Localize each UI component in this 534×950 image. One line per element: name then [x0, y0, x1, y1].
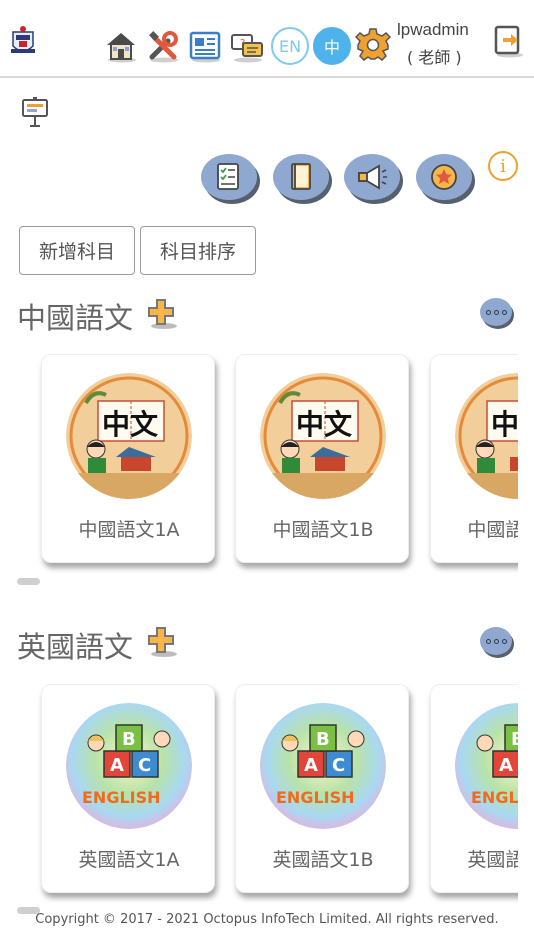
- task-checklist-button[interactable]: [201, 154, 257, 202]
- section-title-english: 英國語文: [17, 630, 134, 664]
- home-icon[interactable]: [103, 28, 139, 64]
- star-badge-icon: [431, 164, 457, 190]
- tools-icon[interactable]: [145, 28, 181, 64]
- copyright-footer: Copyright © 2017 - 2021 Octopus InfoTech…: [35, 912, 499, 927]
- newspaper-icon[interactable]: [187, 28, 223, 64]
- svg-text:B: B: [511, 729, 518, 750]
- subject-card-label: 英國語文1B: [272, 849, 374, 871]
- sort-subject-button[interactable]: 科目排序: [140, 226, 256, 275]
- notebook-button[interactable]: [273, 154, 329, 202]
- logout-icon[interactable]: [493, 24, 525, 58]
- subject-card[interactable]: A C B ENGLISH 英國語文1A: [41, 684, 215, 893]
- svg-text:A: A: [304, 755, 318, 776]
- settings-gear-icon[interactable]: [355, 28, 391, 64]
- svg-text:B: B: [122, 729, 136, 750]
- svg-text:C: C: [332, 755, 345, 776]
- school-logo: [11, 26, 35, 53]
- megaphone-icon: [358, 164, 387, 190]
- subject-card-strip: 中文 中國語文1A 中文 中國語文1B 中 中國語: [0, 354, 518, 574]
- subject-card[interactable]: 中文 中國語文1C: [430, 354, 518, 563]
- english-subject-image: A C B ENGLISH: [66, 703, 192, 829]
- user-role: ( 老師 ): [407, 48, 462, 67]
- svg-text:C: C: [138, 755, 151, 776]
- subject-card[interactable]: 中文 中國語文1A: [41, 354, 215, 563]
- subject-card[interactable]: A C B ENGLISH 英國語文1B: [235, 684, 409, 893]
- qa-chat-icon[interactable]: ?: [229, 28, 265, 64]
- subject-card-label: 中國語文1B: [272, 519, 374, 541]
- info-icon[interactable]: i: [488, 151, 518, 181]
- art-text: ENGLISH: [276, 788, 355, 807]
- english-subject-image: A B ENGLISH: [455, 703, 518, 829]
- art-text: ENGLISH: [471, 788, 518, 807]
- art-text: ENGLISH: [82, 788, 161, 807]
- subject-card[interactable]: 中文 中國語文1B: [235, 354, 409, 563]
- language-english-button[interactable]: EN: [271, 27, 309, 65]
- presentation-board-icon[interactable]: [20, 96, 50, 130]
- subject-card-label: 英國語文1C: [467, 849, 518, 871]
- announcement-button[interactable]: [344, 154, 400, 202]
- art-text: 中文: [102, 408, 158, 441]
- add-subject-button[interactable]: 新增科目: [19, 226, 135, 275]
- chinese-subject-image: 中文: [66, 373, 192, 499]
- language-chinese-button[interactable]: 中: [313, 27, 351, 65]
- subject-card-label: 中國語文1C: [467, 519, 518, 541]
- section-more-button[interactable]: [480, 298, 512, 326]
- checklist-icon: [217, 163, 239, 190]
- subject-card-label: 英國語文1A: [78, 849, 180, 871]
- add-class-plus-icon[interactable]: [145, 624, 179, 658]
- horizontal-scrollbar[interactable]: [17, 578, 40, 585]
- section-title-chinese: 中國語文: [17, 301, 134, 335]
- section-more-button[interactable]: [480, 627, 512, 655]
- notebook-icon: [291, 163, 311, 190]
- chinese-subject-image: 中文: [260, 373, 386, 499]
- subject-card-strip: A C B ENGLISH 英國語文1A A C B ENGLISH 英國語文1…: [0, 684, 518, 904]
- svg-text:B: B: [316, 729, 330, 750]
- subject-card[interactable]: A B ENGLISH 英國語文1C: [430, 684, 518, 893]
- svg-text:A: A: [110, 755, 124, 776]
- add-class-plus-icon[interactable]: [145, 296, 179, 330]
- english-subject-image: A C B ENGLISH: [260, 703, 386, 829]
- art-text: 中文: [296, 408, 352, 441]
- subject-card-label: 中國語文1A: [78, 519, 180, 541]
- svg-text:A: A: [499, 755, 513, 776]
- chinese-subject-image: 中文: [455, 373, 518, 499]
- star-badge-button[interactable]: [416, 154, 472, 202]
- top-bar: ? EN 中 lpwadmin ( 老師 ): [0, 0, 534, 78]
- user-name: lpwadmin: [397, 20, 469, 39]
- art-text: 中文: [491, 408, 518, 441]
